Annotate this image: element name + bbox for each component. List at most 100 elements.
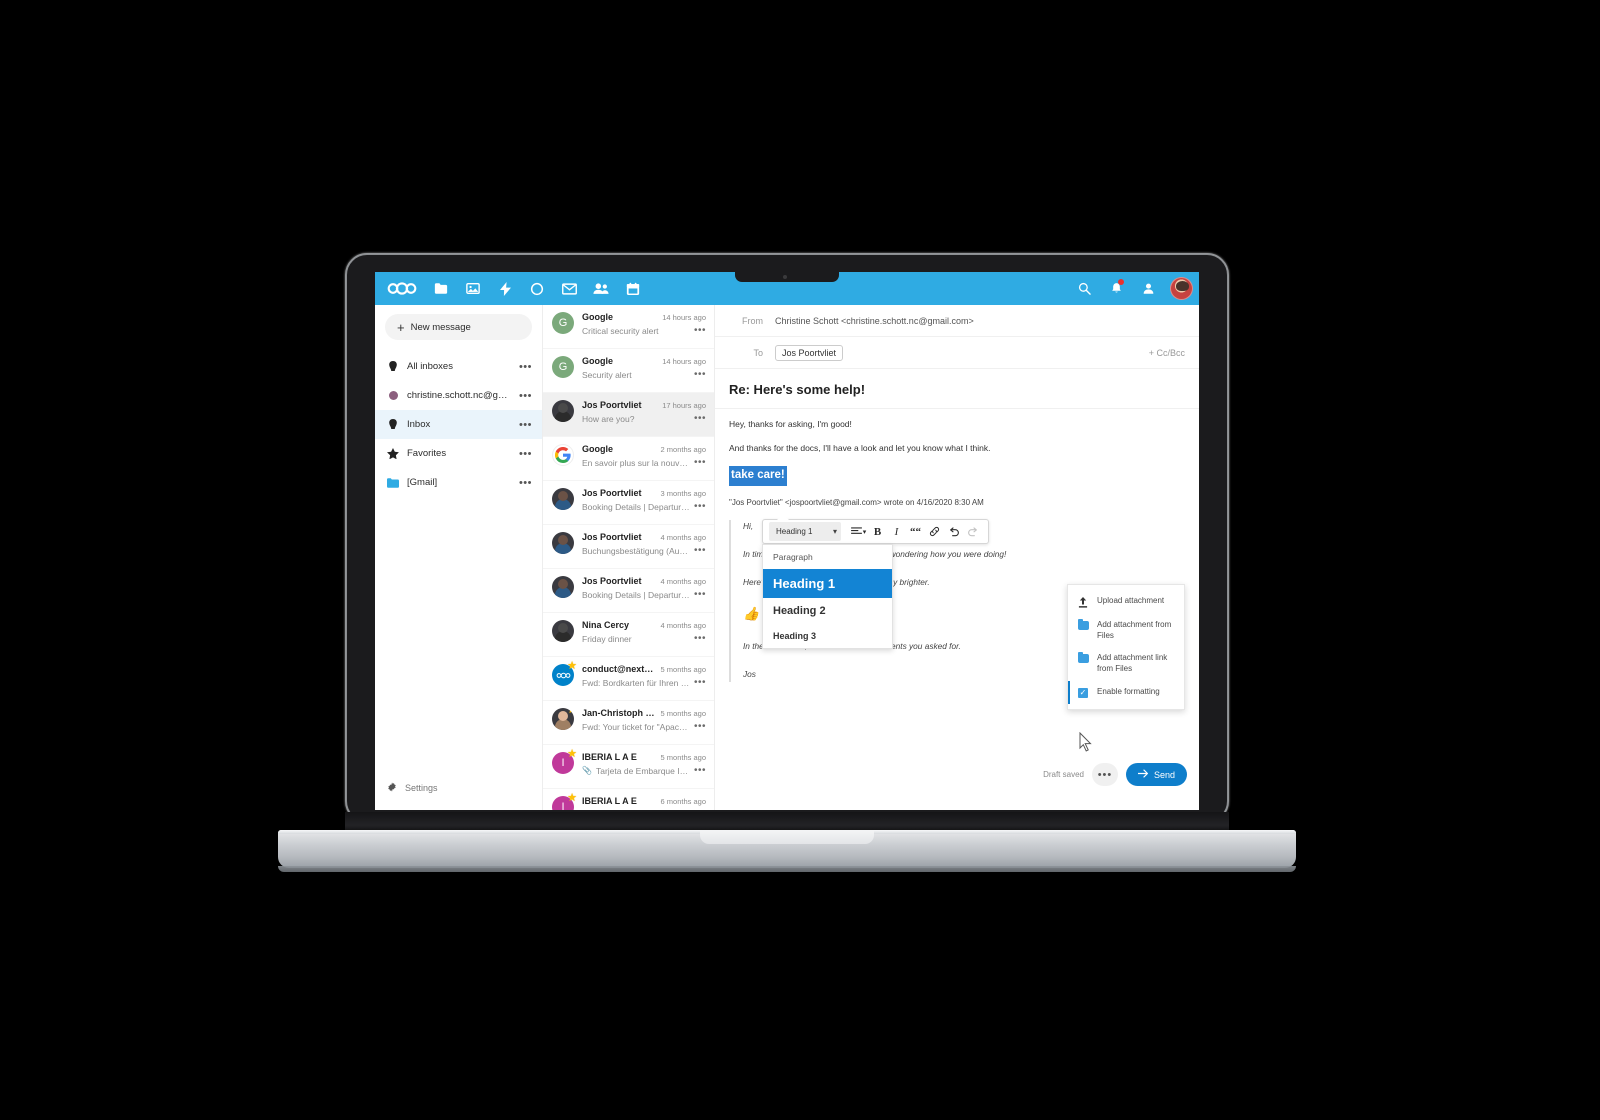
sidebar-item-label: All inboxes <box>407 361 453 372</box>
menu-item-upload-attachment[interactable]: Upload attachment <box>1068 590 1184 614</box>
settings-button[interactable]: Settings <box>375 782 542 794</box>
selected-text: take care! <box>729 466 787 487</box>
italic-icon[interactable]: I <box>887 522 906 541</box>
message-actions[interactable]: ••• <box>694 721 706 732</box>
list-item[interactable]: G Google 14 hours ago Security alert ••• <box>543 349 714 393</box>
text-style-dropdown[interactable]: Paragraph Heading 1 Heading 2 Heading 3 <box>762 544 893 649</box>
message-actions[interactable]: ••• <box>694 677 706 688</box>
nextcloud-logo-icon[interactable] <box>379 272 425 305</box>
menu-item-add-attachment-from-files[interactable]: Add attachment from Files <box>1068 614 1184 648</box>
quote-attribution: "Jos Poortvliet" <jospoortvliet@gmail.co… <box>729 498 984 508</box>
folder-icon <box>387 477 399 488</box>
list-item[interactable]: Google 2 months ago En savoir plus sur l… <box>543 437 714 481</box>
sidebar-item-actions[interactable]: ••• <box>519 390 532 401</box>
message-sender: Google <box>582 312 613 322</box>
topbar-utility-nav <box>1069 272 1199 305</box>
sidebar-item-favorites[interactable]: Favorites ••• <box>375 439 542 468</box>
message-subject: Tarjeta de Embarque Iberi... <box>595 765 690 776</box>
sidebar-item-actions[interactable]: ••• <box>519 477 532 488</box>
checkbox-icon: ✓ <box>1078 687 1088 698</box>
from-label: From <box>742 315 763 326</box>
search-icon[interactable] <box>1069 272 1099 305</box>
text-style-select[interactable]: Heading 1 ▾ <box>769 522 841 541</box>
message-actions[interactable]: ••• <box>694 545 706 556</box>
draft-status: Draft saved <box>1043 770 1084 779</box>
attachment-menu[interactable]: Upload attachment Add attachment from Fi… <box>1067 583 1185 710</box>
cc-bcc-toggle[interactable]: + Cc/Bcc <box>1149 348 1185 358</box>
new-message-button[interactable]: + New message <box>385 314 532 340</box>
align-icon[interactable]: ▾ <box>849 522 868 541</box>
sidebar-item-label: christine.schott.nc@gmail.com <box>407 390 511 401</box>
list-item[interactable]: Jos Poortvliet 17 hours ago How are you?… <box>543 393 714 437</box>
send-bar: Draft saved ••• Send <box>1043 763 1187 786</box>
dropdown-option-paragraph[interactable]: Paragraph <box>763 545 892 569</box>
avatar: I ★ <box>552 792 577 810</box>
sidebar-item-actions[interactable]: ••• <box>519 448 532 459</box>
contacts-menu-icon[interactable] <box>1133 272 1163 305</box>
from-row: From Christine Schott <christine.schott.… <box>715 305 1199 337</box>
link-icon[interactable] <box>925 522 944 541</box>
menu-item-enable-formatting[interactable]: ✓ Enable formatting <box>1068 681 1184 704</box>
undo-icon[interactable] <box>944 522 963 541</box>
list-item[interactable]: G Google 14 hours ago Critical security … <box>543 305 714 349</box>
list-item[interactable]: Jos Poortvliet 4 months ago Booking Deta… <box>543 569 714 613</box>
bell-icon[interactable] <box>1101 272 1131 305</box>
message-actions[interactable]: ••• <box>694 325 706 336</box>
star-icon: ★ <box>567 792 577 804</box>
sidebar-item-actions[interactable]: ••• <box>519 361 532 372</box>
subject-field[interactable]: Re: Here's some help! <box>715 369 1199 409</box>
message-actions[interactable]: ••• <box>694 633 706 644</box>
list-item[interactable]: I ★ IBERIA L A E 6 months ago <box>543 789 714 810</box>
menu-item-add-attachment-link-from-files[interactable]: Add attachment link from Files <box>1068 647 1184 681</box>
nav-activity-icon[interactable] <box>489 272 521 305</box>
nav-contacts-icon[interactable] <box>585 272 617 305</box>
formatting-toolbar: Heading 1 ▾ ▾ B I ““ <box>762 514 989 544</box>
list-item[interactable]: ★ Jan-Christoph Borchardt 5 months ago F… <box>543 701 714 745</box>
dropdown-option-heading-1[interactable]: Heading 1 <box>763 569 892 598</box>
list-item[interactable]: Jos Poortvliet 3 months ago Booking Deta… <box>543 481 714 525</box>
nav-photos-icon[interactable] <box>457 272 489 305</box>
list-item[interactable]: Nina Cercy 4 months ago Friday dinner ••… <box>543 613 714 657</box>
avatar[interactable] <box>1170 277 1193 300</box>
nav-files-icon[interactable] <box>425 272 457 305</box>
from-value[interactable]: Christine Schott <christine.schott.nc@gm… <box>775 316 974 326</box>
message-actions[interactable]: ••• <box>694 589 706 600</box>
dropdown-option-heading-3[interactable]: Heading 3 <box>763 624 892 648</box>
list-item[interactable]: I ★ IBERIA L A E 5 months ago 📎 Tarjeta … <box>543 745 714 789</box>
list-item[interactable]: ★ conduct@nextcloud.c... 5 months ago Fw… <box>543 657 714 701</box>
bold-icon[interactable]: B <box>868 522 887 541</box>
message-sender: Jos Poortvliet <box>582 400 642 410</box>
avatar: ★ <box>552 708 574 730</box>
message-actions[interactable]: ••• <box>694 369 706 380</box>
message-sender: Google <box>582 356 613 366</box>
blockquote-icon[interactable]: ““ <box>906 522 925 541</box>
sidebar-item-actions[interactable]: ••• <box>519 419 532 430</box>
more-options-button[interactable]: ••• <box>1091 763 1118 786</box>
nav-calendar-icon[interactable] <box>617 272 649 305</box>
message-actions[interactable]: ••• <box>694 501 706 512</box>
sidebar-item-account[interactable]: christine.schott.nc@gmail.com ••• <box>375 381 542 410</box>
send-button[interactable]: Send <box>1125 763 1187 786</box>
nav-mail-icon[interactable] <box>553 272 585 311</box>
dropdown-option-heading-2[interactable]: Heading 2 <box>763 598 892 624</box>
message-actions[interactable]: ••• <box>694 765 706 776</box>
sidebar-item-gmail[interactable]: [Gmail] ••• <box>375 468 542 497</box>
list-item[interactable]: Jos Poortvliet 4 months ago Buchungsbest… <box>543 525 714 569</box>
sidebar-item-all-inboxes[interactable]: All inboxes ••• <box>375 352 542 381</box>
message-actions[interactable]: ••• <box>694 413 706 424</box>
avatar: ★ <box>552 661 577 686</box>
folder-icon <box>1077 652 1089 664</box>
account-dot-icon <box>387 391 399 400</box>
message-sender: Jos Poortvliet <box>582 532 642 542</box>
nav-search-app-icon[interactable] <box>521 272 553 305</box>
sidebar-item-inbox[interactable]: Inbox ••• <box>375 410 542 439</box>
star-icon <box>387 448 399 459</box>
avatar <box>552 620 574 642</box>
message-time: 14 hours ago <box>662 313 706 322</box>
sidebar-item-label: Inbox <box>407 419 431 430</box>
recipient-chip[interactable]: Jos Poortvliet <box>775 344 844 361</box>
message-actions[interactable]: ••• <box>694 457 706 468</box>
redo-icon[interactable] <box>963 522 982 541</box>
message-sender: Google <box>582 444 613 454</box>
message-list[interactable]: G Google 14 hours ago Critical security … <box>543 305 715 810</box>
